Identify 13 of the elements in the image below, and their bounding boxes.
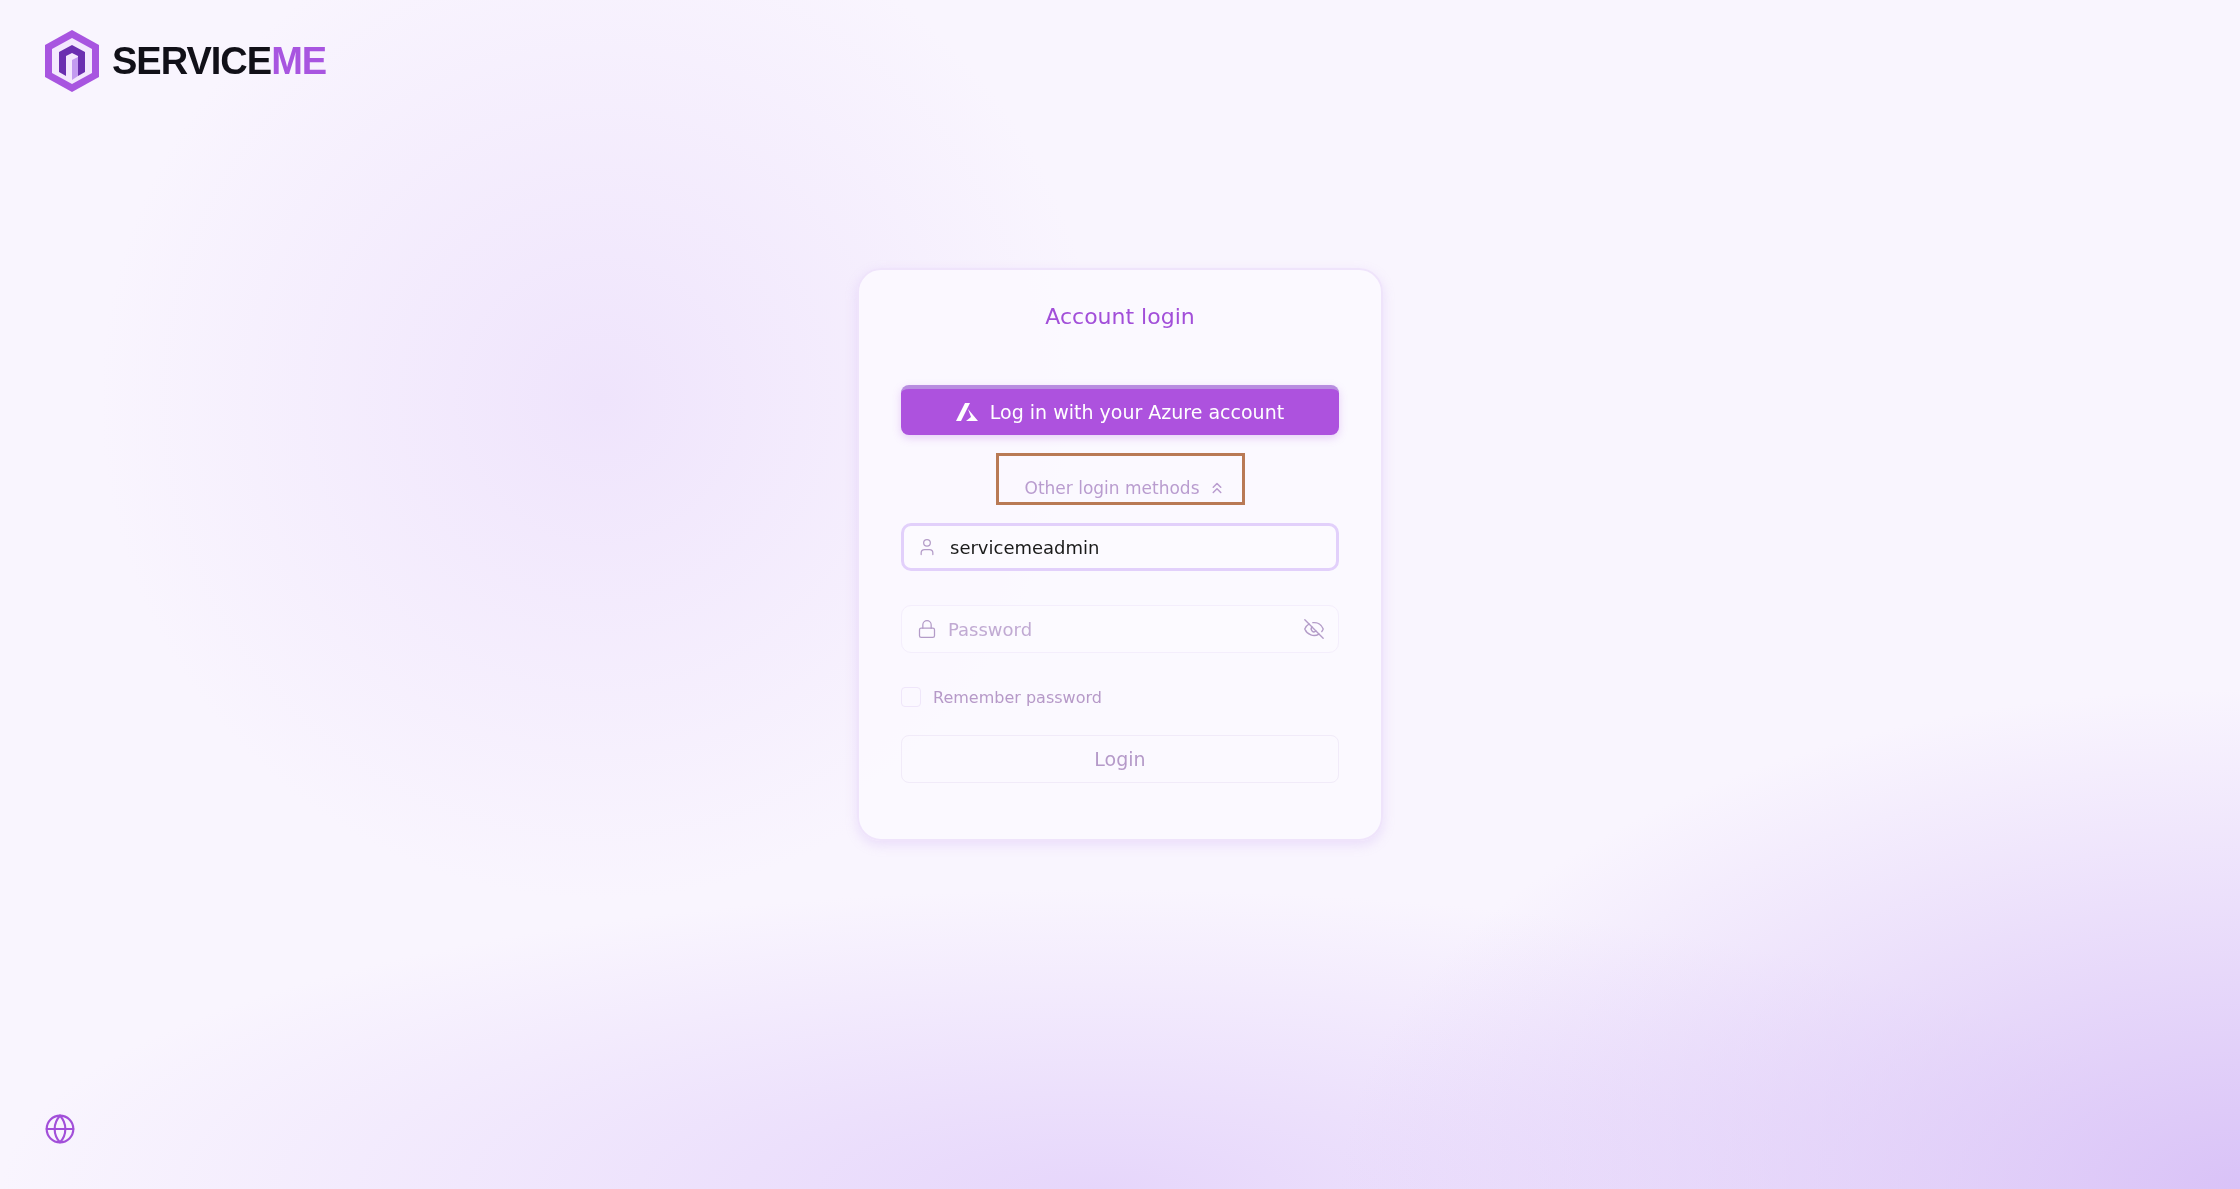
eye-off-icon[interactable] [1303,618,1325,640]
card-title: Account login [1044,304,1196,329]
remember-label: Remember password [933,687,1102,707]
brand-name: SERVICEME [112,39,327,83]
logo-icon [42,28,102,94]
login-button[interactable]: Login [901,735,1339,783]
language-globe-icon[interactable] [44,1113,76,1145]
password-field[interactable]: Password [901,605,1339,653]
other-login-methods-toggle[interactable]: Other login methods [995,453,1245,505]
lock-icon [917,619,937,639]
azure-icon [955,403,978,421]
azure-login-button[interactable]: Log in with your Azure account [901,385,1339,435]
username-field[interactable]: servicemeadmin [901,523,1339,571]
